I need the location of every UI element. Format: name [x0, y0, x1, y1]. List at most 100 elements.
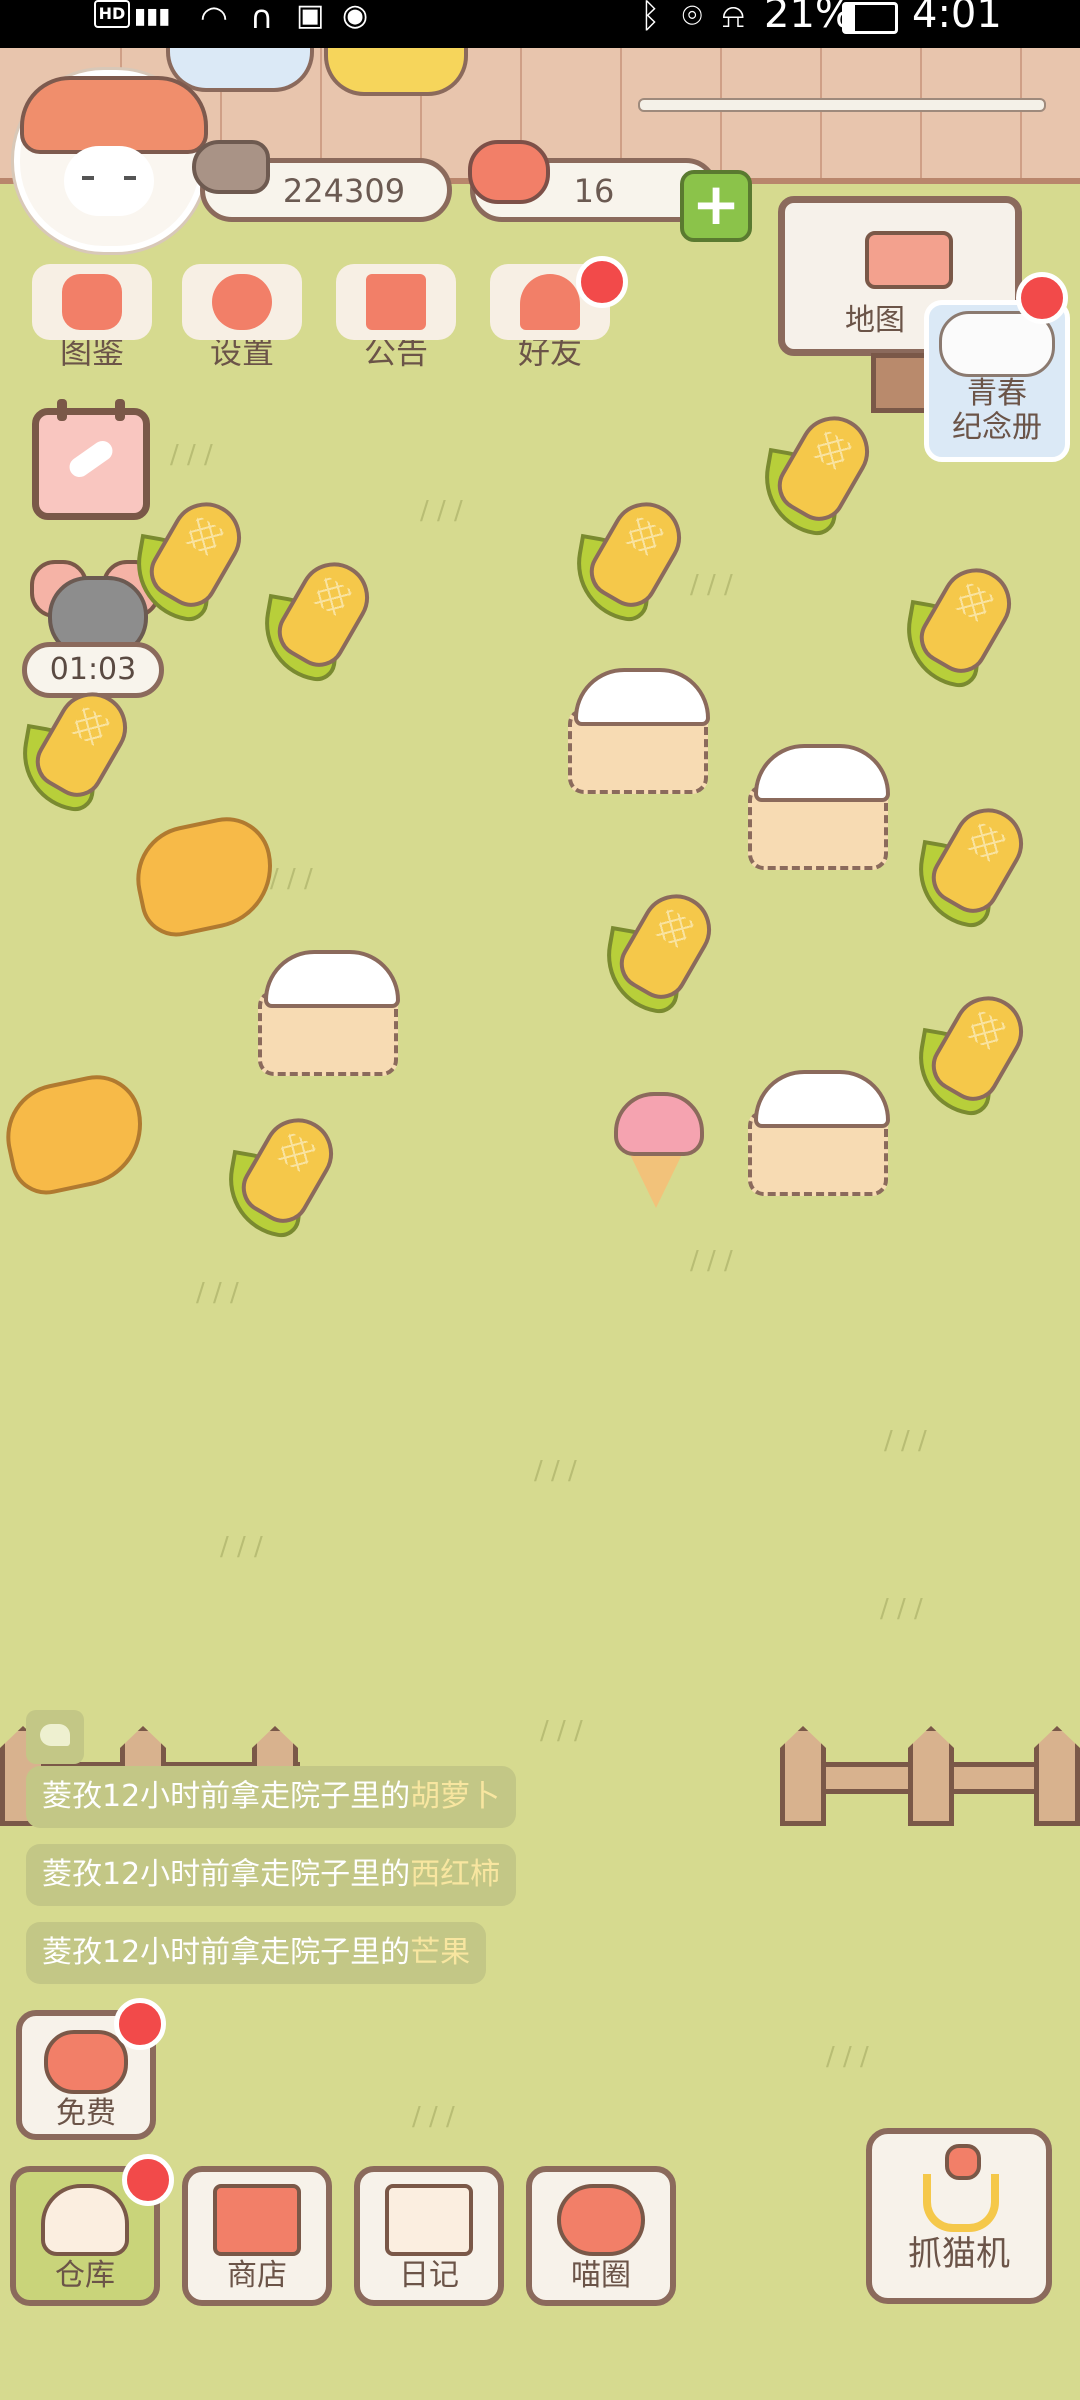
fence-post: [780, 1726, 826, 1826]
corn-item[interactable]: [597, 881, 724, 1017]
fence-post: [1034, 1726, 1080, 1826]
steamed-bun-item[interactable]: [748, 744, 890, 874]
grass-decor: / / /: [884, 1426, 927, 1456]
sushi-hat-icon: [20, 76, 208, 154]
warehouse-icon: [41, 2184, 129, 2256]
ice-cream-item[interactable]: [610, 1092, 704, 1212]
corn-item[interactable]: [909, 983, 1036, 1119]
chat-message: 菱孜12小时前拿走院子里的芒果: [26, 1922, 487, 1984]
grass-decor: / / /: [170, 440, 213, 470]
shop-icon: [213, 2184, 301, 2256]
pencil-icon: [65, 437, 117, 481]
corn-item[interactable]: [127, 489, 254, 625]
notification-badge: [122, 2154, 174, 2206]
gift-icon: [336, 264, 456, 340]
nav-label: 商店: [227, 2258, 287, 2293]
nav-moments[interactable]: 喵圈: [526, 2166, 676, 2306]
cast-icon: ▣: [296, 0, 325, 33]
clock: 4:01: [912, 0, 1002, 37]
chat-item: 西红柿: [410, 1857, 501, 1892]
headphones-icon: ∩: [250, 0, 274, 36]
notification-badge: [1016, 272, 1068, 324]
grass-decor: / / /: [690, 1246, 733, 1276]
grass-decor: / / /: [270, 864, 313, 894]
avatar-face: [64, 146, 154, 216]
cat-face-icon: [32, 264, 152, 340]
battery-icon: [842, 2, 898, 34]
chat-toggle-button[interactable]: [26, 1710, 84, 1764]
youth-memorial-book-button[interactable]: 青春 纪念册: [924, 300, 1070, 462]
mango-item[interactable]: [126, 808, 284, 944]
grass-decor: / / /: [540, 1716, 583, 1746]
nav-shop[interactable]: 商店: [182, 2166, 332, 2306]
battery-percent: 21%: [764, 0, 853, 37]
grass-decor: / / /: [220, 1532, 263, 1562]
calendar-button[interactable]: [32, 399, 150, 520]
steamed-bun-item[interactable]: [748, 1070, 890, 1200]
nav-label: 日记: [399, 2258, 459, 2293]
menu-announcement[interactable]: 公告: [336, 264, 456, 374]
grass-decor: / / /: [690, 570, 733, 600]
chat-text: 12小时前拿走院子里的: [102, 1935, 411, 1970]
corn-item[interactable]: [255, 549, 382, 685]
chat-name: 菱孜: [42, 1935, 102, 1970]
gear-icon: [182, 264, 302, 340]
notification-badge: [576, 256, 628, 308]
fence-icon: [865, 231, 953, 289]
chat-icon: [40, 1724, 70, 1746]
chat-message: 菱孜12小时前拿走院子里的西红柿: [26, 1844, 517, 1906]
free-label: 免费: [56, 2096, 116, 2131]
nav-label: 喵圈: [571, 2258, 631, 2293]
steamed-bun-item[interactable]: [568, 668, 710, 798]
nav-label: 仓库: [55, 2258, 115, 2293]
grass-decor: / / /: [826, 2042, 869, 2072]
corn-item[interactable]: [755, 403, 882, 539]
grass-decor: / / /: [412, 2102, 455, 2132]
corn-item[interactable]: [13, 679, 140, 815]
menu-collection[interactable]: 图鉴: [32, 264, 152, 374]
grass-decor: / / /: [196, 1278, 239, 1308]
chat-message: 菱孜12小时前拿走院子里的胡萝卜: [26, 1766, 517, 1828]
steamed-bun-item[interactable]: [258, 950, 400, 1080]
claw-label: 抓猫机: [908, 2234, 1010, 2274]
status-bar: HD ▮▮▮ ◠ ∩ ▣ ◉ ᛒ ⌾ ⍾ 21% 4:01: [0, 0, 1080, 48]
scene-scrollbar[interactable]: [638, 98, 1046, 112]
add-hearts-button[interactable]: +: [680, 170, 752, 242]
signal-icon: ▮▮▮: [134, 4, 171, 29]
fish-icon: [192, 140, 270, 194]
chat-name: 菱孜: [42, 1779, 102, 1814]
chat-text: 12小时前拿走院子里的: [102, 1779, 411, 1814]
nav-diary[interactable]: 日记: [354, 2166, 504, 2306]
chat-item: 胡萝卜: [410, 1779, 501, 1814]
corn-item[interactable]: [897, 555, 1024, 691]
diary-icon: [385, 2184, 473, 2256]
corn-item[interactable]: [219, 1105, 346, 1241]
youth-label-line2: 纪念册: [952, 410, 1042, 445]
chat-name: 菱孜: [42, 1857, 102, 1892]
heart-icon: [468, 140, 550, 204]
youth-label-line1: 青春: [967, 376, 1027, 411]
grass-decor: / / /: [534, 1456, 577, 1486]
corn-item[interactable]: [567, 489, 694, 625]
grass-decor: / / /: [420, 496, 463, 526]
planet-cat-icon: [557, 2184, 645, 2256]
mute-icon: ◉: [342, 0, 369, 33]
bell-off-icon: ⍾: [722, 0, 745, 36]
fence-post: [908, 1726, 954, 1826]
mango-item[interactable]: [0, 1066, 154, 1202]
bowl-decor: [324, 48, 468, 96]
chat-text: 12小时前拿走院子里的: [102, 1857, 411, 1892]
heart-face-icon: [44, 2030, 128, 2094]
grass-decor: / / /: [880, 1594, 923, 1624]
location-icon: ⌾: [682, 0, 703, 36]
player-avatar[interactable]: [14, 70, 208, 252]
claw-machine-button[interactable]: 抓猫机: [866, 2128, 1052, 2304]
claw-icon: [919, 2144, 999, 2234]
wifi-icon: ◠: [200, 0, 228, 36]
bluetooth-icon: ᛒ: [640, 0, 661, 36]
notification-badge: [114, 1998, 166, 2050]
menu-settings[interactable]: 设置: [182, 264, 302, 374]
corn-item[interactable]: [909, 795, 1036, 931]
chat-item: 芒果: [410, 1935, 471, 1970]
hd-icon: HD: [94, 0, 130, 28]
